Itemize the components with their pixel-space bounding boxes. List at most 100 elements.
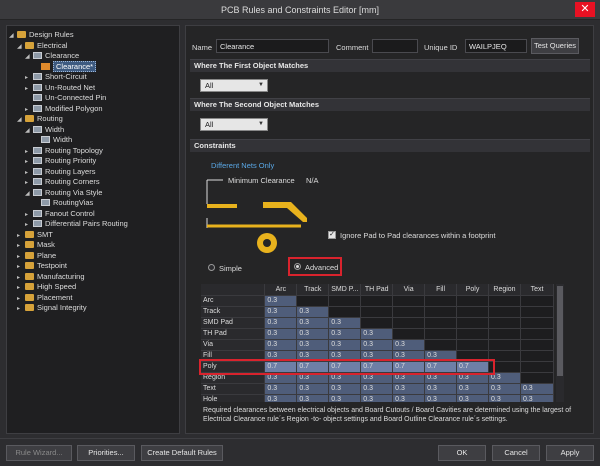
matrix-cell[interactable]: 0.3 xyxy=(264,394,298,402)
tree-node[interactable]: Clearance* xyxy=(33,60,97,72)
matrix-cell[interactable]: 0.3 xyxy=(264,328,298,340)
matrix-cell[interactable]: 0.3 xyxy=(264,339,298,351)
min-clearance-value[interactable]: N/A xyxy=(306,176,319,185)
clearance-matrix[interactable]: Arc Track SMD P... TH Pad Via Fill Poly Region T… xyxy=(201,284,554,402)
matrix-column-header: Track xyxy=(296,284,330,296)
matrix-cell[interactable]: 0.3 xyxy=(360,394,394,402)
matrix-cell[interactable]: 0.3 xyxy=(520,394,554,402)
matrix-cell-empty xyxy=(520,372,554,384)
tree-node[interactable]: ▸ Un-Routed Net xyxy=(25,82,95,93)
tree-node[interactable]: ▸ Differential Pairs Routing xyxy=(25,218,128,229)
scrollbar-thumb[interactable] xyxy=(557,286,563,376)
matrix-cell[interactable]: 0.3 xyxy=(424,383,458,395)
matrix-cell-empty xyxy=(392,317,426,329)
matrix-row: SMD Pad 0.3 0.3 0.3 xyxy=(201,317,554,329)
tree-node-label: Differential Pairs Routing xyxy=(45,219,128,228)
tree-node-label: Routing Via Style xyxy=(45,187,103,197)
matrix-cell[interactable]: 0.3 xyxy=(392,383,426,395)
matrix-cell[interactable]: 0.3 xyxy=(296,317,330,329)
matrix-cell[interactable]: 0.3 xyxy=(456,383,489,395)
create-default-rules-button[interactable]: Create Default Rules xyxy=(141,445,223,461)
matrix-cell[interactable]: 0.3 xyxy=(392,394,426,402)
tree-node[interactable]: Width xyxy=(33,134,72,145)
expand-arrow-icon[interactable]: ◢ xyxy=(17,42,25,53)
tree-node[interactable]: ◢ Routing xyxy=(17,113,63,124)
matrix-cell[interactable]: 0.3 xyxy=(296,328,330,340)
unique-id-input[interactable]: WAILPJEQ xyxy=(465,39,527,53)
apply-button[interactable]: Apply xyxy=(546,445,594,461)
matrix-cell[interactable]: 0.3 xyxy=(264,295,298,307)
nets-scope-link[interactable]: Different Nets Only xyxy=(211,161,274,170)
rule-wizard-button[interactable]: Rule Wizard... xyxy=(6,445,72,461)
expand-arrow-icon[interactable]: ◢ xyxy=(17,115,25,126)
expand-arrow-icon[interactable]: ◢ xyxy=(25,126,33,137)
matrix-cell[interactable]: 0.3 xyxy=(456,394,489,402)
tree-node[interactable]: ▸ Routing Priority xyxy=(25,155,96,166)
cancel-button[interactable]: Cancel xyxy=(492,445,540,461)
rules-tree[interactable]: ◢ Design Rules ◢ Electrical ◢ Clearance Cleara… xyxy=(6,25,180,434)
matrix-cell[interactable]: 0.3 xyxy=(520,383,554,395)
tree-node[interactable]: ◢ Clearance xyxy=(25,50,79,61)
matrix-cell[interactable]: 0.3 xyxy=(264,306,298,318)
test-queries-button[interactable]: Test Queries xyxy=(531,38,579,54)
tree-node[interactable]: ▸ Routing Layers xyxy=(25,166,95,177)
tree-node[interactable]: Un-Connected Pin xyxy=(25,92,106,103)
matrix-cell[interactable]: 0.3 xyxy=(328,394,362,402)
expand-arrow-icon[interactable]: ▸ xyxy=(17,304,25,315)
tree-node[interactable]: ▸ Routing Topology xyxy=(25,145,103,156)
close-icon[interactable]: ✕ xyxy=(575,2,595,17)
tree-node[interactable]: ◢ Electrical xyxy=(17,40,67,51)
expand-arrow-icon[interactable]: ◢ xyxy=(25,52,33,63)
matrix-cell[interactable]: 0.3 xyxy=(296,383,330,395)
matrix-cell[interactable]: 0.3 xyxy=(264,317,298,329)
tree-node[interactable]: ▸ Manufacturing xyxy=(17,271,85,282)
expand-arrow-icon[interactable]: ◢ xyxy=(25,189,33,200)
matrix-cell[interactable]: 0.3 xyxy=(424,394,458,402)
matrix-cell[interactable]: 0.3 xyxy=(328,383,362,395)
matrix-cell-empty xyxy=(520,306,554,318)
tree-node[interactable]: ▸ Routing Corners xyxy=(25,176,100,187)
ok-button[interactable]: OK xyxy=(438,445,486,461)
matrix-cell[interactable]: 0.3 xyxy=(296,394,330,402)
rule-name-input[interactable]: Clearance xyxy=(216,39,329,53)
matrix-cell[interactable]: 0.3 xyxy=(360,328,394,340)
matrix-cell[interactable]: 0.3 xyxy=(360,339,394,351)
priorities-button[interactable]: Priorities... xyxy=(77,445,135,461)
clearance-diagram xyxy=(206,179,307,253)
matrix-cell[interactable]: 0.3 xyxy=(488,383,521,395)
tree-node[interactable]: ◢ Design Rules xyxy=(9,29,74,40)
matrix-cell[interactable]: 0.3 xyxy=(328,328,362,340)
comment-input[interactable] xyxy=(372,39,418,53)
tree-node[interactable]: ◢ Routing Via Style xyxy=(25,187,102,198)
matrix-cell[interactable]: 0.3 xyxy=(360,383,394,395)
matrix-cell[interactable]: 0.3 xyxy=(296,306,330,318)
first-object-select[interactable]: All ▼ xyxy=(200,79,268,92)
simple-radio[interactable] xyxy=(208,264,215,271)
tree-node[interactable]: ▸ Modified Polygon xyxy=(25,103,103,114)
advanced-radio[interactable] xyxy=(294,263,301,270)
tree-node[interactable]: ▸ SMT xyxy=(17,229,53,240)
matrix-scrollbar[interactable] xyxy=(556,284,564,402)
tree-node[interactable]: ◢ Width xyxy=(25,124,64,135)
second-object-select[interactable]: All ▼ xyxy=(200,118,268,131)
tree-node[interactable]: ▸ Fanout Control xyxy=(25,208,95,219)
tree-node[interactable]: ▸ Placement xyxy=(17,292,72,303)
rule-icon xyxy=(33,94,42,101)
matrix-cell[interactable]: 0.3 xyxy=(488,394,521,402)
tree-node[interactable]: ▸ High Speed xyxy=(17,281,76,292)
matrix-cell[interactable]: 0.3 xyxy=(392,339,426,351)
matrix-cell[interactable]: 0.3 xyxy=(264,383,298,395)
ignore-pad-checkbox[interactable]: ✓ xyxy=(328,231,336,239)
tree-node[interactable]: ▸ Plane xyxy=(17,250,56,261)
tree-node[interactable]: ▸ Mask xyxy=(17,239,55,250)
matrix-cell[interactable]: 0.3 xyxy=(296,339,330,351)
expand-arrow-icon[interactable]: ◢ xyxy=(9,31,17,42)
tree-node[interactable]: ▸ Signal Integrity xyxy=(17,302,87,313)
tree-node[interactable]: ▸ Short-Circuit xyxy=(25,71,87,82)
matrix-column-header: Fill xyxy=(424,284,458,296)
matrix-column-header: Region xyxy=(488,284,521,296)
tree-node[interactable]: RoutingVias xyxy=(33,197,93,208)
tree-node[interactable]: ▸ Testpoint xyxy=(17,260,67,271)
matrix-cell[interactable]: 0.3 xyxy=(328,339,362,351)
matrix-cell[interactable]: 0.3 xyxy=(328,317,362,329)
